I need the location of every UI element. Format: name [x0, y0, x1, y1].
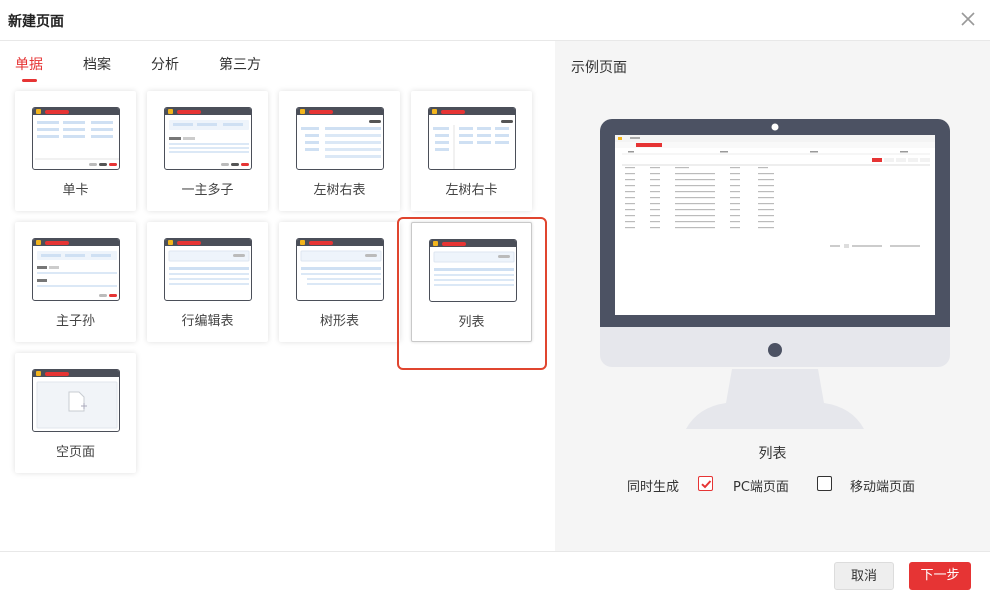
template-panel: 单据 档案 分析 第三方 单卡 一主多子 左树右表 左树右卡 主子孙 行编辑表 … [0, 41, 555, 551]
left-tree-right-card-template-icon [428, 107, 516, 170]
template-card-row-edit-table[interactable]: 行编辑表 [147, 222, 268, 342]
template-label: 树形表 [319, 314, 359, 329]
template-label: 列表 [458, 315, 485, 330]
template-card-left-tree-right-card[interactable]: 左树右卡 [411, 91, 532, 211]
row-edit-table-template-icon [164, 238, 252, 301]
tab-analysis[interactable]: 分析 [151, 54, 179, 74]
template-card-tree-table[interactable]: 树形表 [279, 222, 400, 342]
tab-documents[interactable]: 单据 [15, 54, 43, 74]
template-card-left-tree-right-table[interactable]: 左树右表 [279, 91, 400, 211]
template-label: 空页面 [55, 445, 95, 460]
list-template-icon [429, 239, 517, 302]
preview-panel-title: 示例页面 [571, 60, 627, 76]
close-icon[interactable] [958, 9, 978, 29]
active-tab-indicator [22, 79, 37, 82]
checkmark-icon [700, 479, 711, 488]
blank-page-template-icon [32, 369, 120, 432]
generate-label: 同时生成 [627, 480, 680, 495]
dialog-header: 新建页面 [0, 0, 990, 41]
template-label: 主子孙 [55, 314, 95, 329]
dialog-footer: 取消 下一步 [0, 551, 990, 594]
template-card-master-multi-detail[interactable]: 一主多子 [147, 91, 268, 211]
pc-page-checkbox[interactable] [698, 476, 713, 491]
tree-table-template-icon [296, 238, 384, 301]
single-card-template-icon [32, 107, 120, 170]
next-step-button[interactable]: 下一步 [909, 562, 971, 590]
master-multi-detail-template-icon [164, 107, 252, 170]
left-tree-right-table-template-icon [296, 107, 384, 170]
mobile-page-checkbox[interactable] [817, 476, 832, 491]
dialog-title: 新建页面 [8, 14, 64, 30]
pc-page-label: PC端页面 [733, 480, 789, 495]
template-card-master-child-grandchild[interactable]: 主子孙 [15, 222, 136, 342]
template-card-list[interactable]: 列表 [411, 222, 532, 342]
mobile-page-label: 移动端页面 [850, 480, 916, 495]
master-child-grandchild-template-icon [32, 238, 120, 301]
monitor-preview-icon [600, 119, 950, 429]
tab-archives[interactable]: 档案 [83, 54, 111, 74]
cancel-button[interactable]: 取消 [834, 562, 894, 590]
preview-panel: 示例页面 列表 同时生成 PC端页面 移动端页面 [555, 41, 990, 551]
template-label: 单卡 [62, 183, 89, 198]
template-label: 左树右卡 [445, 183, 498, 198]
template-card-blank-page[interactable]: 空页面 [15, 353, 136, 473]
template-label: 一主多子 [181, 183, 234, 198]
tab-third-party[interactable]: 第三方 [219, 54, 261, 74]
template-label: 行编辑表 [181, 314, 234, 329]
template-label: 左树右表 [313, 183, 366, 198]
template-card-single-card[interactable]: 单卡 [15, 91, 136, 211]
preview-template-name: 列表 [758, 446, 787, 462]
